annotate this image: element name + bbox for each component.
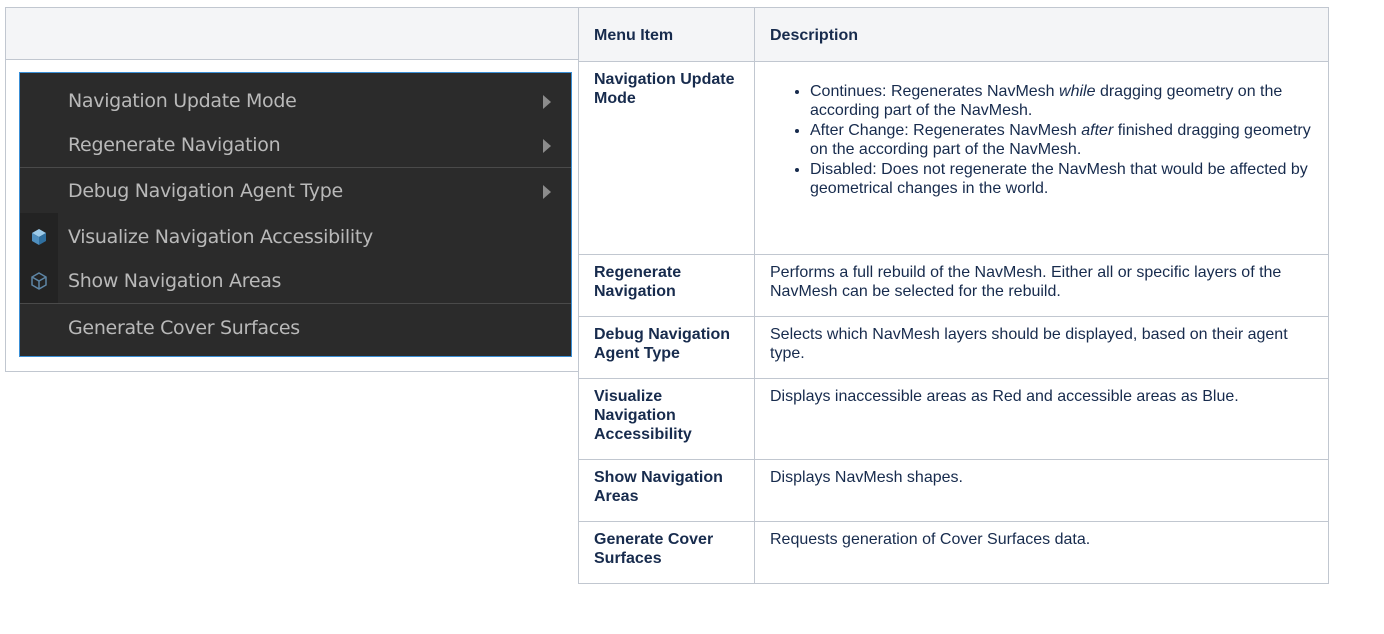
column-header-menu-item: Menu Item: [578, 7, 755, 62]
menu-separator: [20, 303, 571, 304]
menu-item-description: Selects which NavMesh layers should be d…: [754, 316, 1329, 379]
table-row: Generate Cover Surfaces Requests generat…: [578, 521, 1329, 584]
submenu-arrow-icon: [543, 95, 551, 109]
table-row: Navigation Update Mode Continues: Regene…: [578, 61, 1329, 255]
table-row: Visualize Navigation Accessibility Displ…: [578, 378, 1329, 460]
menu-item-label: Navigation Update Mode: [68, 90, 297, 112]
menu-item-debug-navigation-agent-type[interactable]: Debug Navigation Agent Type: [20, 169, 571, 213]
menu-item-description: Displays inaccessible areas as Red and a…: [754, 378, 1329, 460]
submenu-arrow-icon: [543, 185, 551, 199]
menu-item-label: Show Navigation Areas: [68, 270, 282, 292]
menu-item-visualize-navigation-accessibility[interactable]: Visualize Navigation Accessibility: [20, 215, 571, 259]
menu-items-table: Menu Item Description Navigation Update …: [578, 7, 1329, 584]
menu-item-name: Show Navigation Areas: [578, 459, 755, 522]
list-item: After Change: Regenerates NavMesh after …: [810, 121, 1314, 159]
menu-item-label: Generate Cover Surfaces: [68, 317, 300, 339]
menu-item-navigation-update-mode[interactable]: Navigation Update Mode: [20, 79, 571, 123]
menu-separator: [20, 167, 571, 168]
menu-item-description: Displays NavMesh shapes.: [754, 459, 1329, 522]
menu-item-label: Visualize Navigation Accessibility: [68, 226, 373, 248]
navigation-context-menu: Navigation Update Mode Regenerate Naviga…: [19, 72, 572, 357]
menu-item-name: Regenerate Navigation: [578, 254, 755, 317]
menu-item-generate-cover-surfaces[interactable]: Generate Cover Surfaces: [20, 306, 571, 350]
menu-item-description: Requests generation of Cover Surfaces da…: [754, 521, 1329, 584]
menu-item-name: Visualize Navigation Accessibility: [578, 378, 755, 460]
cube-outline-icon: [29, 271, 49, 291]
menu-item-show-navigation-areas[interactable]: Show Navigation Areas: [20, 259, 571, 303]
menu-item-label: Regenerate Navigation: [68, 134, 281, 156]
table-row: Show Navigation Areas Displays NavMesh s…: [578, 459, 1329, 522]
menu-item-description: Performs a full rebuild of the NavMesh. …: [754, 254, 1329, 317]
description-bullet-list: Continues: Regenerates NavMesh while dra…: [770, 82, 1314, 198]
table-header-row: Menu Item Description: [578, 7, 1329, 62]
menu-item-name: Generate Cover Surfaces: [578, 521, 755, 584]
table-row: Debug Navigation Agent Type Selects whic…: [578, 316, 1329, 379]
menu-item-description: Continues: Regenerates NavMesh while dra…: [754, 61, 1329, 255]
menu-item-regenerate-navigation[interactable]: Regenerate Navigation: [20, 123, 571, 167]
list-item: Continues: Regenerates NavMesh while dra…: [810, 82, 1314, 120]
list-item: Disabled: Does not regenerate the NavMes…: [810, 160, 1314, 198]
table-row: Regenerate Navigation Performs a full re…: [578, 254, 1329, 317]
cube-icon: [29, 227, 49, 247]
column-header-description: Description: [754, 7, 1329, 62]
submenu-arrow-icon: [543, 139, 551, 153]
menu-item-label: Debug Navigation Agent Type: [68, 180, 343, 202]
menu-item-name: Navigation Update Mode: [578, 61, 755, 255]
image-column-header: [5, 7, 578, 60]
menu-item-name: Debug Navigation Agent Type: [578, 316, 755, 379]
